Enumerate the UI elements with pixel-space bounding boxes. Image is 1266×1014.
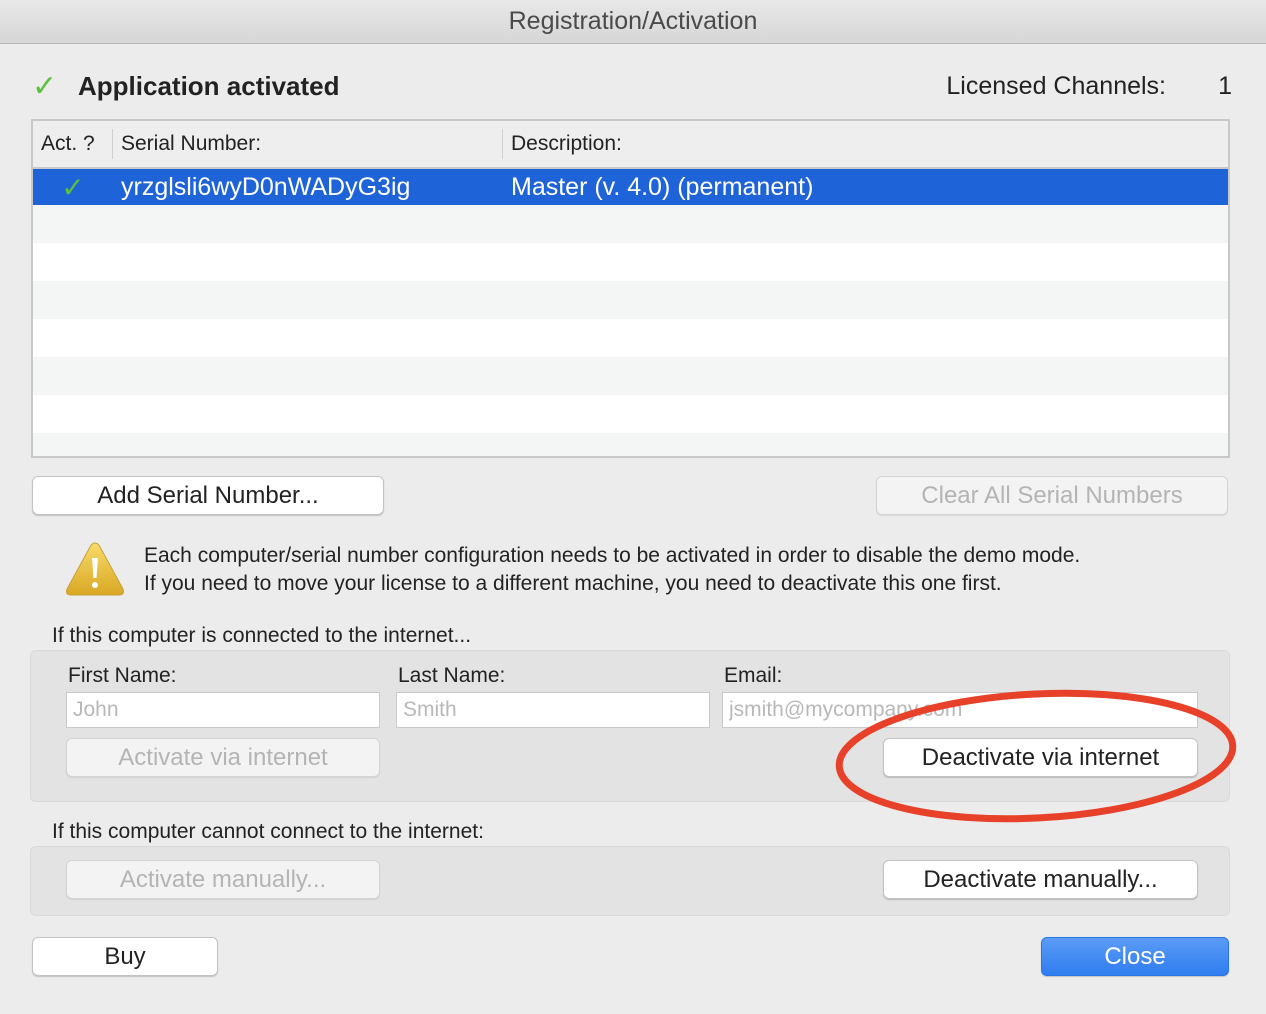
offline-section-label: If this computer cannot connect to the i…: [52, 820, 484, 843]
online-section-label: If this computer is connected to the int…: [52, 624, 472, 647]
first-name-label: First Name:: [68, 664, 177, 687]
serial-cell: yrzglsli6wyD0nWADyG3ig: [121, 172, 411, 201]
table-row-empty: [33, 205, 1228, 243]
serial-number-table: Act. ? Serial Number: Description: ✓ yrz…: [31, 119, 1230, 458]
deactivate-manually-button[interactable]: Deactivate manually...: [883, 860, 1198, 899]
warning-line-2: If you need to move your license to a di…: [144, 572, 1002, 595]
table-row-empty: [33, 395, 1228, 433]
last-name-input[interactable]: [396, 692, 710, 728]
table-header: Act. ? Serial Number: Description:: [33, 121, 1228, 169]
warning-message: Each computer/serial number configuratio…: [144, 542, 1080, 598]
table-row-empty: [33, 433, 1228, 456]
window-title: Registration/Activation: [508, 7, 758, 35]
table-row-empty: [33, 319, 1228, 357]
column-header-serial[interactable]: Serial Number:: [113, 121, 503, 167]
first-name-input[interactable]: [66, 692, 380, 728]
buy-button[interactable]: Buy: [32, 937, 218, 976]
last-name-label: Last Name:: [398, 664, 506, 687]
checkmark-icon: ✓: [32, 69, 58, 103]
licensed-channels-value: 1: [1218, 71, 1232, 100]
clear-all-serial-numbers-button[interactable]: Clear All Serial Numbers: [876, 476, 1228, 515]
table-row-empty: [33, 281, 1228, 319]
licensed-channels: Licensed Channels: 1: [946, 72, 1232, 101]
email-label: Email:: [724, 664, 783, 687]
checkmark-icon: ✓: [61, 171, 85, 203]
column-header-activated[interactable]: Act. ?: [33, 121, 113, 167]
activation-status-row: ✓ Application activated Licensed Channel…: [32, 66, 1232, 106]
warning-icon: [66, 542, 124, 596]
window-titlebar: Registration/Activation: [0, 0, 1266, 44]
activate-via-internet-button[interactable]: Activate via internet: [66, 738, 380, 777]
licensed-channels-label: Licensed Channels:: [946, 71, 1166, 100]
email-input[interactable]: [722, 692, 1198, 728]
warning-line-1: Each computer/serial number configuratio…: [144, 544, 1081, 567]
deactivate-via-internet-button[interactable]: Deactivate via internet: [883, 738, 1198, 777]
add-serial-number-button[interactable]: Add Serial Number...: [32, 476, 384, 515]
activate-manually-button[interactable]: Activate manually...: [66, 860, 380, 899]
activation-status-text: Application activated: [78, 70, 340, 101]
activated-cell: ✓: [33, 171, 113, 204]
table-row-empty: [33, 357, 1228, 395]
table-row[interactable]: ✓ yrzglsli6wyD0nWADyG3ig Master (v. 4.0)…: [33, 169, 1228, 205]
column-header-description[interactable]: Description:: [503, 121, 1228, 167]
close-button[interactable]: Close: [1041, 937, 1229, 976]
description-cell: Master (v. 4.0) (permanent): [511, 172, 814, 201]
table-row-empty: [33, 243, 1228, 281]
